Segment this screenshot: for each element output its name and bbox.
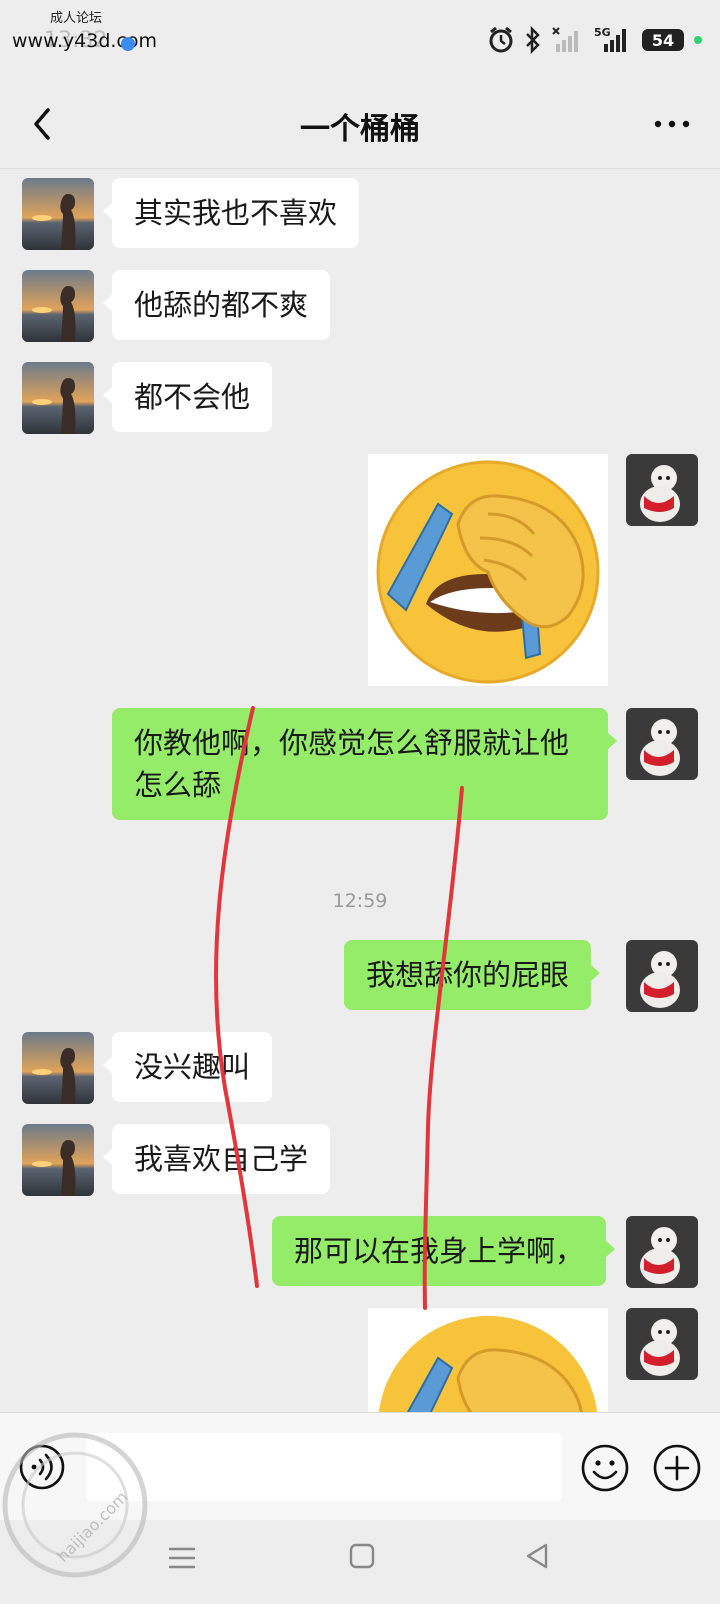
message-bubble-incoming[interactable]: 我喜欢自己学 [102,1124,331,1194]
message-bubble-outgoing[interactable]: 你教他啊，你感觉怎么舒服就让他怎么舔 [112,708,617,820]
plus-icon[interactable] [652,1443,702,1493]
message-bubble-incoming[interactable]: 都不会他 [102,362,273,432]
contact-avatar[interactable] [22,270,94,342]
signal-5g-icon: 5G [594,26,626,52]
recent-apps-icon[interactable] [166,1542,198,1574]
system-nav-bar [0,1520,720,1604]
status-icons: 5G 54 [488,24,702,56]
message-input[interactable] [86,1433,562,1501]
input-bar [0,1412,720,1521]
chat-title: 一个桶桶 [300,112,420,147]
message-bubble-outgoing[interactable]: 那可以在我身上学啊， [272,1216,616,1286]
contact-avatar[interactable] [22,178,94,250]
bluetooth-icon [526,26,540,54]
signal-no-sim-icon [552,27,578,52]
my-avatar[interactable] [626,454,698,526]
voice-icon[interactable] [18,1443,66,1491]
contact-avatar[interactable] [22,1032,94,1104]
watermark-url-text: www.y43d.com [12,30,158,52]
nav-back-icon[interactable] [522,1540,554,1572]
message-bubble-outgoing[interactable]: 我想舔你的屁眼 [344,940,601,1010]
battery-icon: 54 [642,29,684,51]
sticker-facepalm-emoji[interactable] [368,454,608,686]
message-bubble-incoming[interactable]: 其实我也不喜欢 [102,178,360,248]
my-avatar[interactable] [626,1216,698,1288]
network-type-label: 5G [594,26,611,39]
alarm-icon [489,26,513,53]
watermark-top-text: 成人论坛 [50,11,103,26]
home-icon[interactable] [348,1542,376,1570]
contact-avatar[interactable] [22,1124,94,1196]
more-dots-icon[interactable] [652,110,692,138]
emoji-icon[interactable] [580,1443,630,1493]
sticker-facepalm-emoji[interactable] [368,1308,608,1412]
status-bar: 13:32 成人论坛 www.y43d.com 5G 54 [0,0,720,80]
location-dot-icon [121,37,135,51]
my-avatar[interactable] [626,940,698,1012]
battery-level: 54 [651,30,675,50]
message-timestamp: 12:59 [332,890,388,912]
my-avatar[interactable] [626,708,698,780]
privacy-indicator-dot [694,36,702,44]
my-avatar[interactable] [626,1308,698,1380]
contact-avatar[interactable] [22,362,94,434]
message-bubble-incoming[interactable]: 他舔的都不爽 [102,270,331,340]
chat-header: 一个桶桶 [0,80,720,169]
message-bubble-incoming[interactable]: 没兴趣叫 [102,1032,273,1102]
message-list[interactable]: 其实我也不喜欢 他舔的都不爽 都不会他 你教他啊，你感觉怎么舒服就让他怎么舔 1… [0,168,720,1412]
